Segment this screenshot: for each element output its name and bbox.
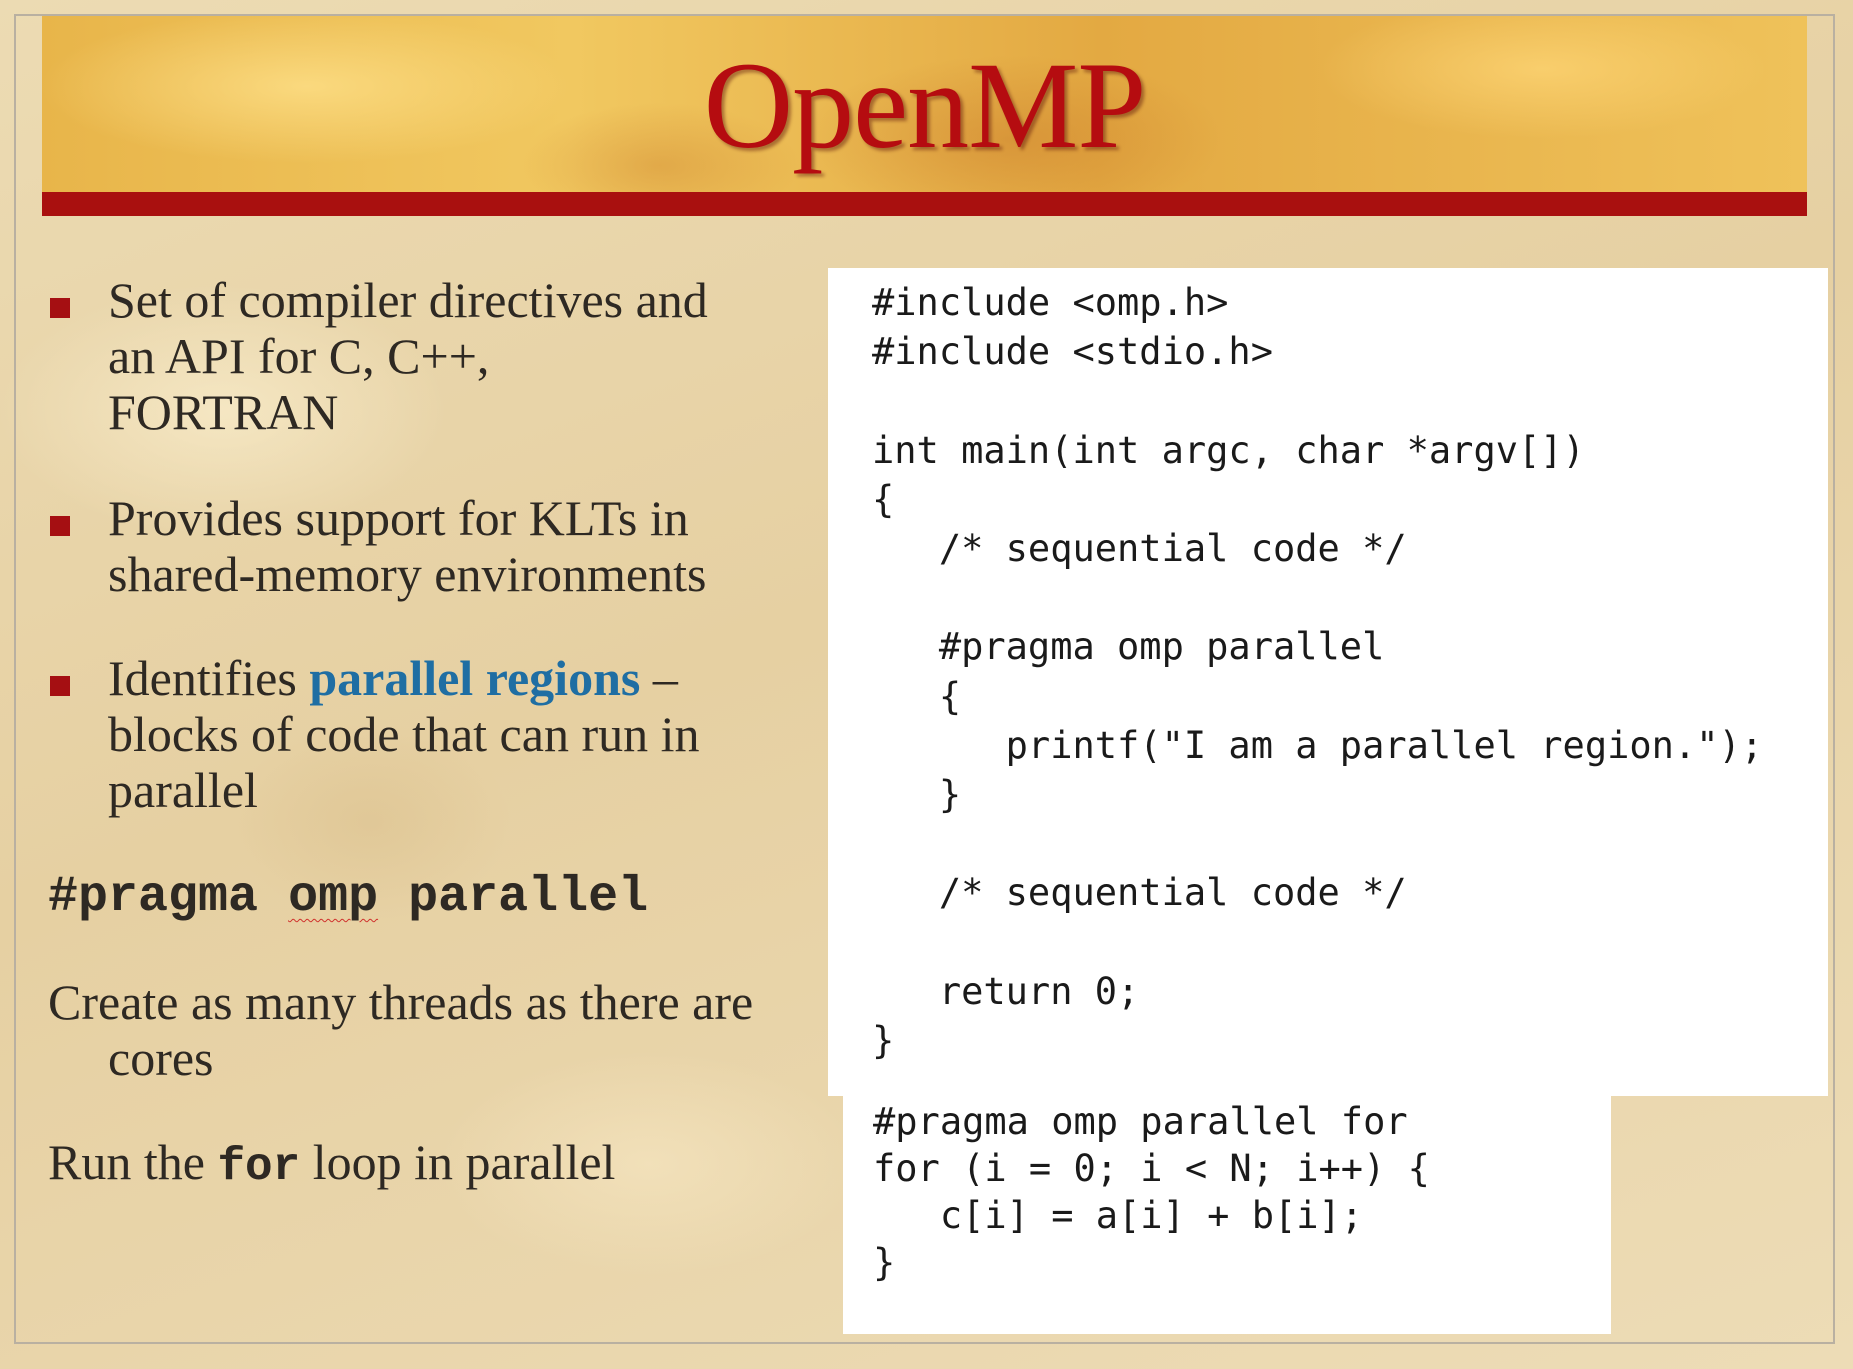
square-bullet-icon	[50, 516, 70, 536]
code-line: }	[873, 1241, 896, 1284]
bullet-line: parallel	[108, 762, 258, 818]
loop-note: Run the for loop in parallel	[48, 1134, 868, 1195]
code-line: /* sequential code */	[872, 871, 1407, 915]
code-line: /* sequential code */	[872, 526, 1407, 570]
code-line: #include <stdio.h>	[872, 330, 1273, 374]
code-line: return 0;	[872, 969, 1140, 1013]
title-rule	[42, 192, 1807, 216]
bullet-item-parallel-regions: Identifies parallel regions – blocks of …	[48, 650, 699, 818]
code-line: {	[872, 477, 895, 521]
code-line: #pragma omp parallel	[872, 625, 1385, 669]
square-bullet-icon	[50, 676, 70, 696]
bullet-line: an API for C, C++,	[108, 328, 490, 384]
threads-note: Create as many threads as there are core…	[48, 974, 754, 1086]
parallel-regions-highlight: parallel regions	[309, 650, 641, 706]
code-line: #include <omp.h>	[872, 281, 1229, 324]
code-line: printf("I am a parallel region.");	[872, 723, 1764, 767]
code-line: {	[872, 674, 962, 718]
title-banner: OpenMP	[42, 16, 1807, 192]
bullet-text: Identifies	[108, 650, 310, 706]
code-line: }	[872, 772, 962, 816]
directive-word-spellcheck: omp	[288, 869, 379, 926]
code-line: #pragma omp parallel for	[873, 1100, 1408, 1143]
bullet-line: shared-memory environments	[108, 546, 707, 602]
bullet-line: Provides support for KLTs in	[108, 490, 689, 546]
bullet-text: –	[640, 650, 678, 706]
square-bullet-icon	[50, 298, 70, 318]
for-keyword: for	[217, 1141, 301, 1193]
slide-title: OpenMP	[703, 37, 1147, 174]
directive-word: #pragma	[48, 869, 259, 926]
bullet-item-klt-support: Provides support for KLTs in shared-memo…	[48, 490, 706, 602]
note-text: loop in parallel	[300, 1134, 616, 1190]
directive-word: parallel	[408, 869, 649, 926]
code-line: c[i] = a[i] + b[i];	[873, 1194, 1364, 1237]
code-block-loop: #pragma omp parallel for for (i = 0; i < …	[843, 1094, 1611, 1334]
note-text: Run the	[48, 1134, 218, 1190]
bullet-line: FORTRAN	[108, 384, 339, 440]
bullet-line: blocks of code that can run in	[108, 706, 700, 762]
pragma-directive: #pragma omp parallel	[48, 868, 648, 928]
code-block-main: #include <omp.h> #include <stdio.h> int ma…	[828, 268, 1828, 1096]
code-line: }	[872, 1018, 895, 1062]
bullet-item-compiler-directives: Set of compiler directives and an API fo…	[48, 272, 708, 440]
code-line: for (i = 0; i < N; i++) {	[873, 1147, 1430, 1190]
bullet-line: Set of compiler directives and	[108, 272, 708, 328]
code-line: int main(int argc, char *argv[])	[872, 428, 1585, 472]
